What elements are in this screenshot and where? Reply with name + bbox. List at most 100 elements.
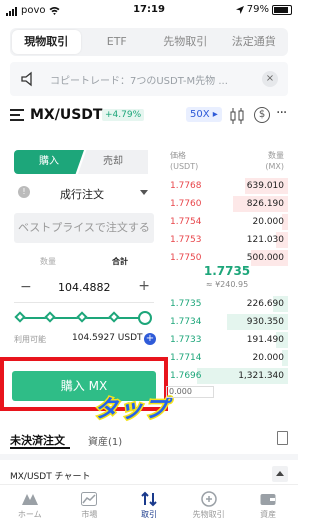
order-qty: 20.000 xyxy=(252,217,285,227)
more-icon[interactable]: ··· xyxy=(276,105,287,121)
nav-home[interactable]: ホーム xyxy=(0,485,60,527)
order-qty: 20.000 xyxy=(252,353,285,363)
increase-button[interactable]: + xyxy=(138,278,150,294)
order-qty: 226.690 xyxy=(246,299,284,309)
info-icon[interactable]: ! xyxy=(18,186,30,198)
slider-handle[interactable] xyxy=(138,311,152,325)
deposit-plus-icon[interactable]: + xyxy=(144,333,156,345)
decrease-button[interactable]: − xyxy=(20,279,32,295)
depth-select[interactable]: 0.000 xyxy=(166,384,288,400)
quantity-input[interactable]: 104.4882 xyxy=(58,281,111,294)
divider xyxy=(14,302,154,303)
order-price: 1.7750 xyxy=(170,253,202,263)
announcement-text: コピートレード：7つのUSDT-M先物 ... xyxy=(50,76,228,87)
slider-step-50[interactable] xyxy=(76,311,88,323)
amount-toggle[interactable]: 数量 xyxy=(40,256,56,267)
bid-row[interactable]: 1.7696 1,321.340 xyxy=(166,368,288,385)
orderbook-header: 価格 (USDT) 数量 (MX) xyxy=(166,150,288,176)
tab-assets[interactable]: 資産(1) xyxy=(88,433,122,448)
dollar-icon[interactable]: $ xyxy=(254,107,270,123)
depth-value[interactable]: 0.000 xyxy=(166,386,214,398)
nav-home-label: ホーム xyxy=(17,510,42,519)
location-icon xyxy=(235,5,244,14)
chart-section-header[interactable]: MX/USDT チャート xyxy=(10,466,288,482)
slider-step-25[interactable] xyxy=(44,311,56,323)
sell-tab[interactable]: 売却 xyxy=(78,150,148,174)
nav-market[interactable]: 市場 xyxy=(60,485,120,527)
active-tab-underline xyxy=(10,447,70,449)
section-divider xyxy=(0,454,298,460)
price-header: 価格 xyxy=(170,151,186,160)
buy-sell-toggle: 購入 売却 xyxy=(14,150,154,174)
order-qty: 500.000 xyxy=(246,253,284,263)
announcement-banner[interactable]: コピートレード：7つのUSDT-M先物 ... × xyxy=(10,62,288,96)
close-icon[interactable]: × xyxy=(262,71,278,87)
order-price: 1.7714 xyxy=(170,353,202,363)
chart-title: MX/USDT チャート xyxy=(10,472,91,482)
market-icon xyxy=(81,492,98,506)
nav-assets-label: 資産 xyxy=(260,510,277,519)
tab-spot[interactable]: 現物取引 xyxy=(12,30,81,54)
tab-fiat[interactable]: 法定通貨 xyxy=(220,28,289,56)
order-price: 1.7760 xyxy=(170,199,202,209)
battery-percent: 79% xyxy=(246,4,269,15)
order-price: 1.7734 xyxy=(170,317,202,327)
buy-tab[interactable]: 購入 xyxy=(14,150,84,174)
candlestick-icon[interactable] xyxy=(229,107,245,125)
slider-step-75[interactable] xyxy=(108,311,120,323)
order-qty: 930.350 xyxy=(246,317,284,327)
bid-row[interactable]: 1.7733 191.490 xyxy=(166,332,288,349)
futures-icon xyxy=(200,491,217,507)
menu-icon[interactable] xyxy=(10,109,24,121)
last-price: 1.7735 ≈ ¥240.95 xyxy=(166,264,288,294)
bid-row[interactable]: 1.7734 930.350 xyxy=(166,314,288,331)
last-price-fiat: ≈ ¥240.95 xyxy=(205,280,249,289)
tab-open-orders[interactable]: 未決済注文 xyxy=(10,432,65,448)
nav-trade[interactable]: 取引 xyxy=(119,485,179,527)
nav-trade-label: 取引 xyxy=(140,510,157,519)
document-icon[interactable] xyxy=(277,431,288,445)
ask-row[interactable]: 1.7754 20.000 xyxy=(166,214,288,231)
nav-assets[interactable]: 資産 xyxy=(238,485,298,527)
chevron-up-icon[interactable] xyxy=(272,466,288,482)
order-qty: 191.490 xyxy=(246,335,284,345)
bid-row[interactable]: 1.7735 226.690 xyxy=(166,296,288,313)
battery-info: 79% xyxy=(235,4,292,15)
available-value: 104.5927 USDT xyxy=(72,333,143,343)
nav-futures[interactable]: 先物取引 xyxy=(179,485,239,527)
order-qty: 121.030 xyxy=(246,235,284,245)
pair-symbol[interactable]: MX/USDT xyxy=(30,107,102,123)
chevron-down-icon xyxy=(140,190,148,195)
order-qty: 1,321.340 xyxy=(238,371,284,381)
order-price: 1.7754 xyxy=(170,217,202,227)
order-price: 1.7753 xyxy=(170,235,202,245)
orders-tabs: 未決済注文 資産(1) xyxy=(10,430,288,449)
price-change-badge: +4.79% xyxy=(102,109,145,121)
available-balance: 利用可能 104.5927 USDT + xyxy=(14,333,156,347)
ask-row[interactable]: 1.7768 639.010 xyxy=(166,178,288,195)
order-type-select[interactable]: ! 成行注文 xyxy=(14,181,154,205)
home-icon xyxy=(21,494,38,505)
wallet-icon xyxy=(260,494,276,505)
order-price: 1.7733 xyxy=(170,335,202,345)
tab-etf[interactable]: ETF xyxy=(83,28,152,56)
order-price: 1.7768 xyxy=(170,181,202,191)
slider-step-0[interactable] xyxy=(14,311,26,323)
bottom-navigation: ホーム 市場 取引 先物取引 資産 xyxy=(0,484,298,527)
ask-row[interactable]: 1.7760 826.190 xyxy=(166,196,288,213)
status-bar: povo 17:19 79% xyxy=(0,0,298,22)
percent-slider[interactable] xyxy=(14,311,152,325)
tab-futures[interactable]: 先物取引 xyxy=(151,28,220,56)
amount-total-toggle: 数量 合計 xyxy=(14,252,154,270)
price-field[interactable]: ベストプライスで注文する xyxy=(14,213,154,243)
available-label: 利用可能 xyxy=(14,335,46,344)
order-price: 1.7735 xyxy=(170,299,202,309)
ask-row[interactable]: 1.7753 121.030 xyxy=(166,232,288,249)
bid-row[interactable]: 1.7714 20.000 xyxy=(166,350,288,367)
order-type-label: 成行注文 xyxy=(60,188,104,201)
total-toggle[interactable]: 合計 xyxy=(112,256,128,267)
battery-icon xyxy=(272,4,292,15)
last-price-value: 1.7735 xyxy=(203,264,251,278)
market-tabs: 現物取引 ETF 先物取引 法定通貨 xyxy=(10,28,288,56)
leverage-button[interactable]: 50X ▸ xyxy=(186,107,222,122)
